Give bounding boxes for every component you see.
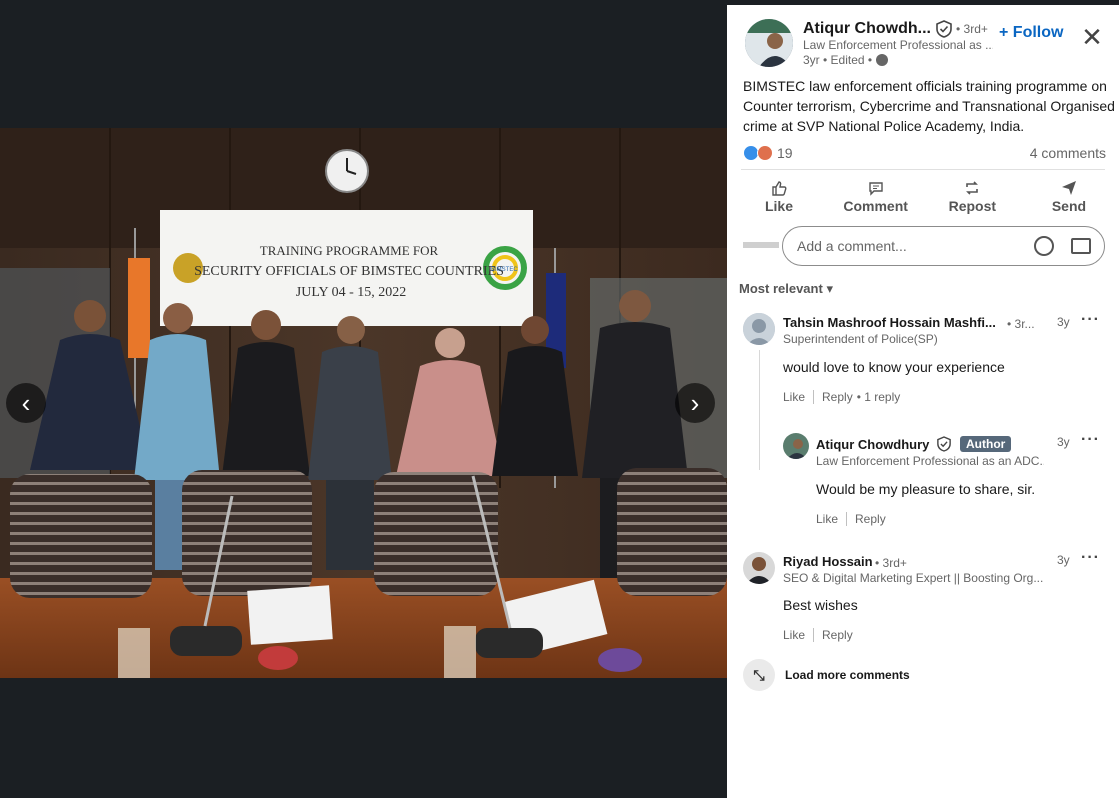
reply-reply-button[interactable]: Reply [855, 512, 886, 526]
replies-count-link[interactable]: • 1 reply [857, 390, 901, 404]
emoji-icon[interactable] [1034, 236, 1054, 256]
caret-down-icon: ▾ [826, 281, 833, 296]
comment-like-button[interactable]: Like [783, 390, 805, 404]
commenter-avatar[interactable] [743, 313, 775, 345]
commenter-avatar[interactable] [743, 552, 775, 584]
reaction-count: 19 [777, 145, 793, 161]
comment-button[interactable]: Comment [836, 175, 916, 219]
separator [813, 390, 815, 404]
verified-shield-icon [937, 436, 951, 452]
comment-text: would love to know your experience [783, 359, 1005, 375]
globe-icon [876, 54, 889, 66]
love-reaction-icon [757, 145, 773, 161]
thumbs-up-icon [772, 181, 787, 196]
follow-button[interactable]: + Follow [999, 24, 1063, 42]
chevron-right-icon: › [690, 387, 700, 418]
comment-text: Best wishes [783, 597, 858, 613]
more-icon: ··· [1081, 549, 1100, 566]
add-comment-input[interactable]: Add a comment... [782, 226, 1105, 266]
image-icon[interactable] [1071, 238, 1091, 254]
actions-divider [741, 169, 1105, 170]
comment-reply-button[interactable]: Reply [822, 390, 853, 404]
comment-actions: Like Reply [783, 628, 853, 642]
sort-label: Most relevant [739, 281, 823, 296]
separator [813, 628, 815, 642]
banner-line-3: JULY 04 - 15, 2022 [296, 285, 406, 300]
reply-author-avatar[interactable] [783, 433, 809, 459]
comment-reply-button[interactable]: Reply [822, 628, 853, 642]
next-image-button[interactable]: › [675, 383, 715, 423]
author-headline: Law Enforcement Professional as ... [803, 38, 993, 52]
sort-dropdown[interactable]: Most relevant ▾ [739, 281, 833, 297]
reactions-summary[interactable]: 19 [743, 145, 793, 161]
send-icon [1061, 181, 1076, 195]
media-viewer: TRAINING PROGRAMME FOR SECURITY OFFICIAL… [0, 0, 727, 798]
author-avatar[interactable] [745, 19, 793, 67]
comment-placeholder: Add a comment... [797, 238, 907, 254]
banner-line-2: SECURITY OFFICIALS OF BIMSTEC COUNTRIES [194, 264, 504, 279]
commenter-degree: • 3rd+ [875, 556, 907, 570]
current-user-avatar [741, 230, 781, 262]
more-icon: ··· [1081, 431, 1100, 448]
repost-button[interactable]: Repost [932, 175, 1012, 219]
author-name[interactable]: Atiqur Chowdh... [803, 20, 931, 38]
flag-india [128, 258, 150, 358]
reply-time: 3y [1057, 435, 1070, 449]
load-more-comments-button[interactable]: ⤡ Load more comments [743, 659, 910, 691]
reply-text: Would be my pleasure to share, sir. [816, 481, 1036, 497]
reply-author-headline: Law Enforcement Professional as an ADC..… [816, 454, 1044, 468]
commenter-3-avatar-image [743, 552, 775, 584]
post-detail-panel: Atiqur Chowdh... • 3rd+ + Follow ✕ Law E… [727, 5, 1119, 798]
comment-icon [868, 182, 883, 196]
reply-actions: Like Reply [816, 512, 886, 526]
comment-more-button[interactable]: ··· [1081, 311, 1100, 329]
reply-more-button[interactable]: ··· [1081, 431, 1100, 449]
send-button[interactable]: Send [1029, 175, 1109, 219]
comment-actions: Like Reply • 1 reply [783, 390, 900, 404]
repost-label: Repost [948, 198, 997, 214]
comment-more-button[interactable]: ··· [1081, 549, 1100, 567]
comments-count-link[interactable]: 4 comments [1030, 145, 1106, 161]
thread-line [759, 350, 760, 470]
author-degree: • 3rd+ [956, 22, 988, 36]
verified-shield-icon [936, 20, 952, 38]
commenter-headline: Superintendent of Police(SP) [783, 332, 938, 346]
comment-time: 3y [1057, 315, 1070, 329]
commenter-1-avatar-image [743, 313, 775, 345]
post-meta-text: 3yr • Edited • [803, 53, 873, 67]
banner-line-1: TRAINING PROGRAMME FOR [260, 243, 439, 258]
close-icon: ✕ [1081, 21, 1103, 52]
chevron-left-icon: ‹ [21, 387, 31, 418]
commenter-headline: SEO & Digital Marketing Expert || Boosti… [783, 571, 1043, 585]
previous-image-button[interactable]: ‹ [6, 383, 46, 423]
close-button[interactable]: ✕ [1078, 21, 1106, 52]
commenter-name[interactable]: Riyad Hossain [783, 554, 873, 569]
commenter-name[interactable]: Tahsin Mashroof Hossain Mashfi... [783, 315, 996, 330]
post-actions-bar: Like Comment Repost Send [739, 175, 1109, 219]
photo-scene: TRAINING PROGRAMME FOR SECURITY OFFICIAL… [0, 128, 727, 678]
bimstec-text: BIMSTEC [491, 267, 518, 273]
post-text: BIMSTEC law enforcement officials traini… [743, 78, 1115, 134]
reply-author-name[interactable]: Atiqur Chowdhury [816, 437, 929, 452]
post-photo: TRAINING PROGRAMME FOR SECURITY OFFICIAL… [0, 128, 727, 678]
repost-icon [966, 181, 979, 195]
like-label: Like [764, 198, 793, 214]
separator [846, 512, 848, 526]
author-badge: Author [960, 436, 1012, 452]
send-label: Send [1051, 198, 1087, 214]
comment-time: 3y [1057, 553, 1070, 567]
more-icon: ··· [1081, 311, 1100, 328]
expand-icon: ⤡ [743, 659, 775, 691]
comment-label: Comment [843, 198, 908, 214]
microphone-base [170, 626, 242, 656]
comment-like-button[interactable]: Like [783, 628, 805, 642]
reply-like-button[interactable]: Like [816, 512, 838, 526]
post-meta: 3yr • Edited • [803, 53, 889, 67]
reply-author-avatar-image [783, 433, 809, 459]
load-more-label: Load more comments [785, 668, 910, 682]
author-photo [745, 19, 793, 67]
current-user-image [743, 242, 779, 248]
like-button[interactable]: Like [739, 175, 819, 219]
commenter-degree: • 3r... [1007, 317, 1035, 331]
